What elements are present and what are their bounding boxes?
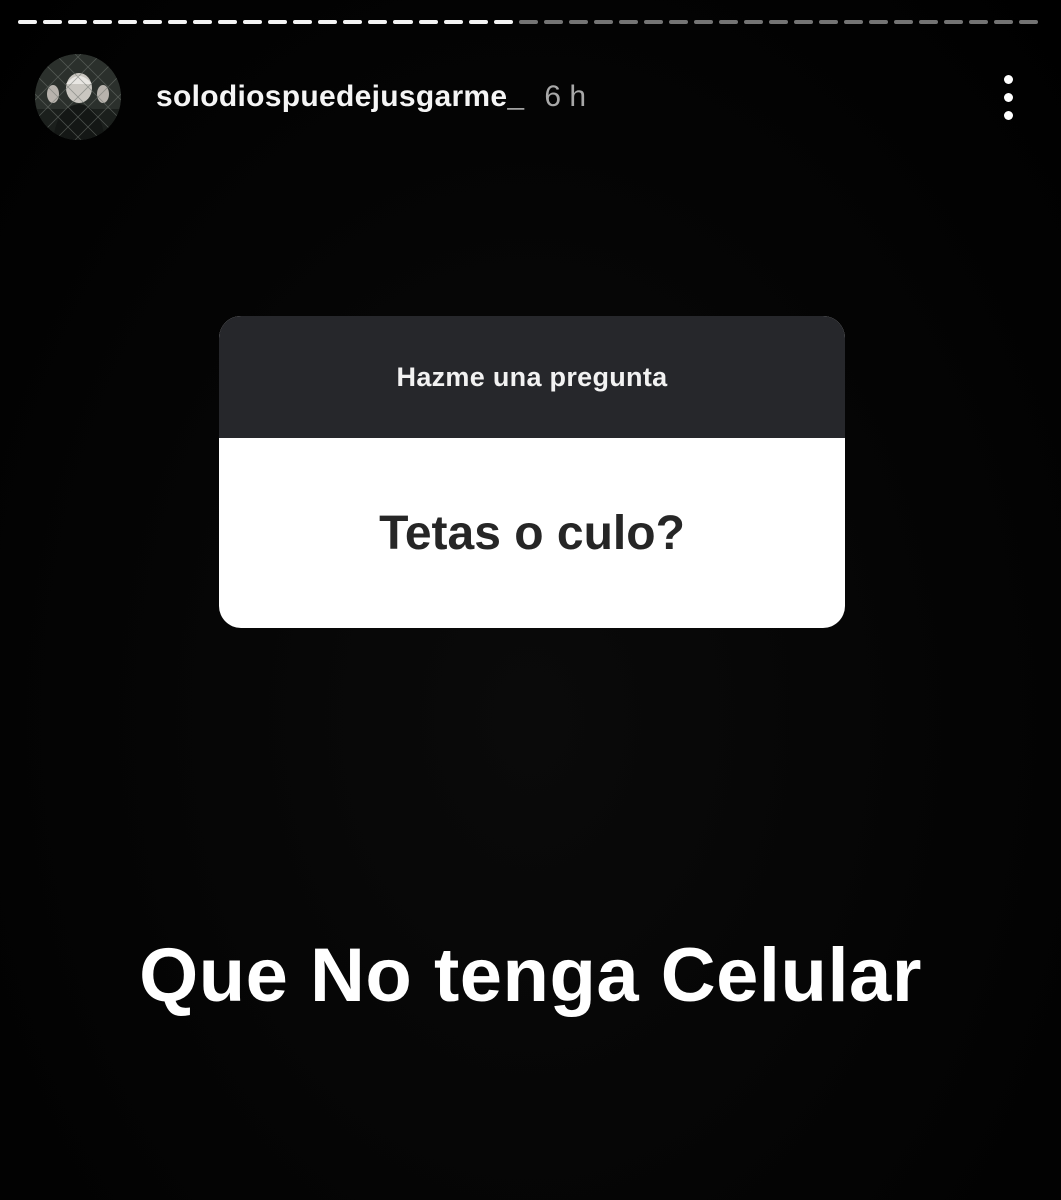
progress-segment <box>368 20 388 24</box>
progress-segment <box>293 20 313 24</box>
progress-segment <box>768 20 788 24</box>
progress-segment <box>218 20 238 24</box>
sticker-question: Tetas o culo? <box>379 506 685 560</box>
progress-segment <box>643 20 663 24</box>
progress-segment <box>118 20 138 24</box>
sticker-title: Hazme una pregunta <box>219 316 845 438</box>
more-options-button[interactable] <box>990 67 1026 127</box>
progress-segment <box>443 20 463 24</box>
progress-segment <box>68 20 88 24</box>
progress-segment <box>468 20 488 24</box>
progress-segment <box>969 20 989 24</box>
progress-segment <box>718 20 738 24</box>
story-header: solodiospuedejusgarme_ 6 h <box>35 54 1026 140</box>
progress-segment <box>18 20 38 24</box>
answer-text: Que No tenga Celular <box>139 933 922 1018</box>
progress-segment <box>944 20 964 24</box>
progress-segment <box>693 20 713 24</box>
avatar-image <box>35 54 121 140</box>
question-sticker: Hazme una pregunta Tetas o culo? <box>219 316 845 628</box>
progress-segment <box>668 20 688 24</box>
progress-segment <box>93 20 113 24</box>
progress-segment <box>869 20 889 24</box>
progress-segment <box>143 20 163 24</box>
progress-segment <box>268 20 288 24</box>
post-time: 6 h <box>544 80 587 113</box>
progress-segment <box>793 20 813 24</box>
profile-avatar[interactable] <box>35 54 121 140</box>
progress-segment <box>168 20 188 24</box>
story-progress-bar <box>18 20 1039 24</box>
progress-segment <box>844 20 864 24</box>
more-vertical-icon-dot <box>1003 110 1013 120</box>
progress-segment <box>919 20 939 24</box>
progress-segment <box>43 20 63 24</box>
progress-segment <box>1019 20 1039 24</box>
progress-segment <box>894 20 914 24</box>
progress-segment <box>518 20 538 24</box>
progress-segment <box>493 20 513 24</box>
progress-segment <box>819 20 839 24</box>
progress-segment <box>568 20 588 24</box>
progress-segment <box>318 20 338 24</box>
progress-segment <box>243 20 263 24</box>
progress-segment <box>193 20 213 24</box>
progress-segment <box>994 20 1014 24</box>
more-vertical-icon <box>1003 74 1013 84</box>
progress-segment <box>393 20 413 24</box>
progress-segment <box>618 20 638 24</box>
progress-segment <box>743 20 763 24</box>
more-vertical-icon-dot <box>1003 92 1013 102</box>
progress-segment <box>418 20 438 24</box>
progress-segment <box>343 20 363 24</box>
progress-segment <box>593 20 613 24</box>
progress-segment <box>543 20 563 24</box>
username[interactable]: solodiospuedejusgarme_ <box>156 80 524 114</box>
